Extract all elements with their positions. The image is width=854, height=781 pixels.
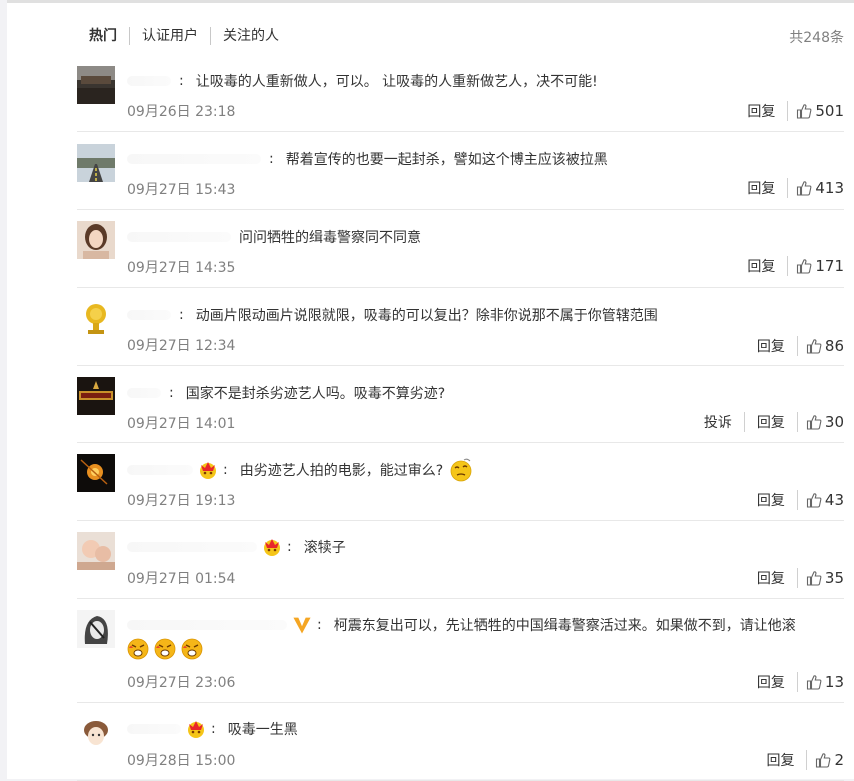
username-redacted[interactable] bbox=[127, 724, 181, 734]
comment-item: : 吸毒一生黑 09月28日 15:00 回复 2 bbox=[77, 702, 844, 781]
reply-button[interactable]: 回复 bbox=[757, 336, 798, 356]
comment-item: : 由劣迹艺人拍的电影，能过审么? 09月27日 19:13 回复 43 bbox=[77, 442, 844, 521]
like-button[interactable]: 501 bbox=[796, 102, 844, 120]
comment-time: 09月27日 12:34 bbox=[127, 338, 236, 354]
comment-text: 吸毒一生黑 bbox=[227, 722, 298, 738]
like-count: 35 bbox=[824, 569, 844, 587]
angry-emoji-icon bbox=[127, 638, 149, 660]
reply-button[interactable]: 回复 bbox=[747, 178, 789, 198]
like-button[interactable]: 2 bbox=[815, 751, 844, 769]
username-redacted[interactable] bbox=[127, 620, 287, 630]
thinking-emoji-icon bbox=[450, 458, 472, 482]
like-count: 413 bbox=[815, 179, 844, 197]
like-button[interactable]: 413 bbox=[796, 179, 844, 197]
username-redacted[interactable] bbox=[127, 154, 261, 164]
thumbs-up-icon bbox=[797, 181, 812, 196]
comment-item: : 滚犊子 09月27日 01:54 回复 35 bbox=[77, 520, 844, 599]
comment-time: 09月27日 23:06 bbox=[127, 675, 236, 691]
avatar[interactable] bbox=[77, 532, 115, 570]
like-button[interactable]: 30 bbox=[806, 413, 844, 431]
username-redacted[interactable] bbox=[127, 388, 161, 398]
avatar[interactable] bbox=[77, 144, 115, 182]
comment-time: 09月27日 14:35 bbox=[127, 260, 236, 276]
like-count: 501 bbox=[815, 102, 844, 120]
thumbs-up-icon bbox=[806, 571, 822, 586]
avatar[interactable] bbox=[77, 610, 115, 648]
username-redacted[interactable] bbox=[127, 232, 231, 242]
thumbs-up-icon bbox=[797, 259, 812, 274]
like-count: 171 bbox=[815, 257, 844, 275]
comment-item: : 动画片限动画片说限就限，吸毒的可以复出？除非你说那不属于你管辖范围 09月2… bbox=[77, 287, 844, 366]
avatar[interactable] bbox=[77, 377, 115, 415]
like-button[interactable]: 86 bbox=[806, 337, 844, 355]
comment-time: 09月28日 15:00 bbox=[127, 753, 236, 769]
avatar[interactable] bbox=[77, 221, 115, 259]
avatar[interactable] bbox=[77, 716, 115, 754]
like-button[interactable]: 35 bbox=[806, 569, 844, 587]
like-button[interactable]: 13 bbox=[806, 673, 844, 691]
comment-time: 09月27日 14:01 bbox=[127, 416, 236, 432]
report-button[interactable]: 投诉 bbox=[704, 412, 745, 432]
comment-text: 动画片限动画片说限就限，吸毒的可以复出？除非你说那不属于你管辖范围 bbox=[195, 308, 658, 324]
like-button[interactable]: 43 bbox=[806, 491, 844, 509]
reply-button[interactable]: 回复 bbox=[757, 490, 798, 510]
comment-time: 09月27日 15:43 bbox=[127, 182, 236, 198]
comment-item: : 柯震东复出可以，先让牺牲的中国缉毒警察活过来。如果做不到，请让他滚 09月2… bbox=[77, 598, 844, 703]
username-redacted[interactable] bbox=[127, 542, 257, 552]
comment-text: 柯震东复出可以，先让牺牲的中国缉毒警察活过来。如果做不到，请让他滚 bbox=[333, 618, 796, 634]
reply-button[interactable]: 回复 bbox=[757, 412, 798, 432]
comment-item: 问问牺牲的缉毒警察同不同意 09月27日 14:35 回复 171 bbox=[77, 209, 844, 288]
crown-badge-icon bbox=[264, 539, 280, 556]
reply-button[interactable]: 回复 bbox=[747, 101, 789, 121]
username-redacted[interactable] bbox=[127, 465, 193, 475]
angry-emoji-icon bbox=[181, 638, 203, 660]
reply-button[interactable]: 回复 bbox=[757, 672, 798, 692]
comment-text: 让吸毒的人重新做人，可以。 让吸毒的人重新做艺人，决不可能! bbox=[195, 74, 598, 90]
angry-emoji-icon bbox=[154, 638, 176, 660]
comment-panel: 热门 认证用户 关注的人 共248条 : 让吸毒的人重新做人，可以。 让吸毒的人… bbox=[7, 0, 854, 781]
tab-verified-users[interactable]: 认证用户 bbox=[129, 27, 210, 45]
like-button[interactable]: 171 bbox=[796, 257, 844, 275]
reply-button[interactable]: 回复 bbox=[766, 750, 808, 770]
thumbs-up-icon bbox=[806, 675, 822, 690]
username-redacted[interactable] bbox=[127, 76, 171, 86]
like-count: 43 bbox=[824, 491, 844, 509]
comment-time: 09月27日 01:54 bbox=[127, 571, 236, 587]
thumbs-up-icon bbox=[806, 493, 822, 508]
reply-button[interactable]: 回复 bbox=[747, 256, 789, 276]
like-count: 13 bbox=[824, 673, 844, 691]
tab-hot[interactable]: 热门 bbox=[89, 27, 129, 45]
comment-item: : 帮着宣传的也要一起封杀，譬如这个博主应该被拉黑 09月27日 15:43 回… bbox=[77, 131, 844, 210]
thumbs-up-icon bbox=[806, 415, 822, 430]
thumbs-up-icon bbox=[797, 104, 812, 119]
comment-time: 09月27日 19:13 bbox=[127, 493, 236, 509]
comment-text: 国家不是封杀劣迹艺人吗。吸毒不算劣迹? bbox=[185, 386, 446, 402]
crown-badge-icon bbox=[188, 721, 204, 738]
tab-following[interactable]: 关注的人 bbox=[210, 27, 291, 45]
like-count: 2 bbox=[834, 751, 844, 769]
like-count: 86 bbox=[824, 337, 844, 355]
reply-button[interactable]: 回复 bbox=[757, 568, 798, 588]
avatar[interactable] bbox=[77, 66, 115, 104]
thumbs-up-icon bbox=[806, 339, 822, 354]
like-count: 30 bbox=[824, 413, 844, 431]
username-redacted[interactable] bbox=[127, 310, 171, 320]
comment-tabs: 热门 认证用户 关注的人 bbox=[89, 26, 291, 46]
thumbs-up-icon bbox=[816, 753, 831, 768]
comment-total: 共248条 bbox=[789, 30, 844, 46]
crown-badge-icon bbox=[200, 462, 216, 479]
avatar[interactable] bbox=[77, 299, 115, 337]
v-verified-icon bbox=[293, 617, 311, 634]
comment-item: : 国家不是封杀劣迹艺人吗。吸毒不算劣迹? 09月27日 14:01 投诉 回复… bbox=[77, 365, 844, 443]
comment-item: : 让吸毒的人重新做人，可以。 让吸毒的人重新做艺人，决不可能! 09月26日 … bbox=[77, 63, 844, 132]
comment-text: 帮着宣传的也要一起封杀，譬如这个博主应该被拉黑 bbox=[285, 152, 608, 168]
comment-text: 滚犊子 bbox=[303, 540, 346, 556]
comment-time: 09月26日 23:18 bbox=[127, 104, 236, 120]
avatar[interactable] bbox=[77, 454, 115, 492]
comment-text: 问问牺牲的缉毒警察同不同意 bbox=[239, 230, 421, 246]
comment-text: 由劣迹艺人拍的电影，能过审么? bbox=[239, 463, 444, 479]
